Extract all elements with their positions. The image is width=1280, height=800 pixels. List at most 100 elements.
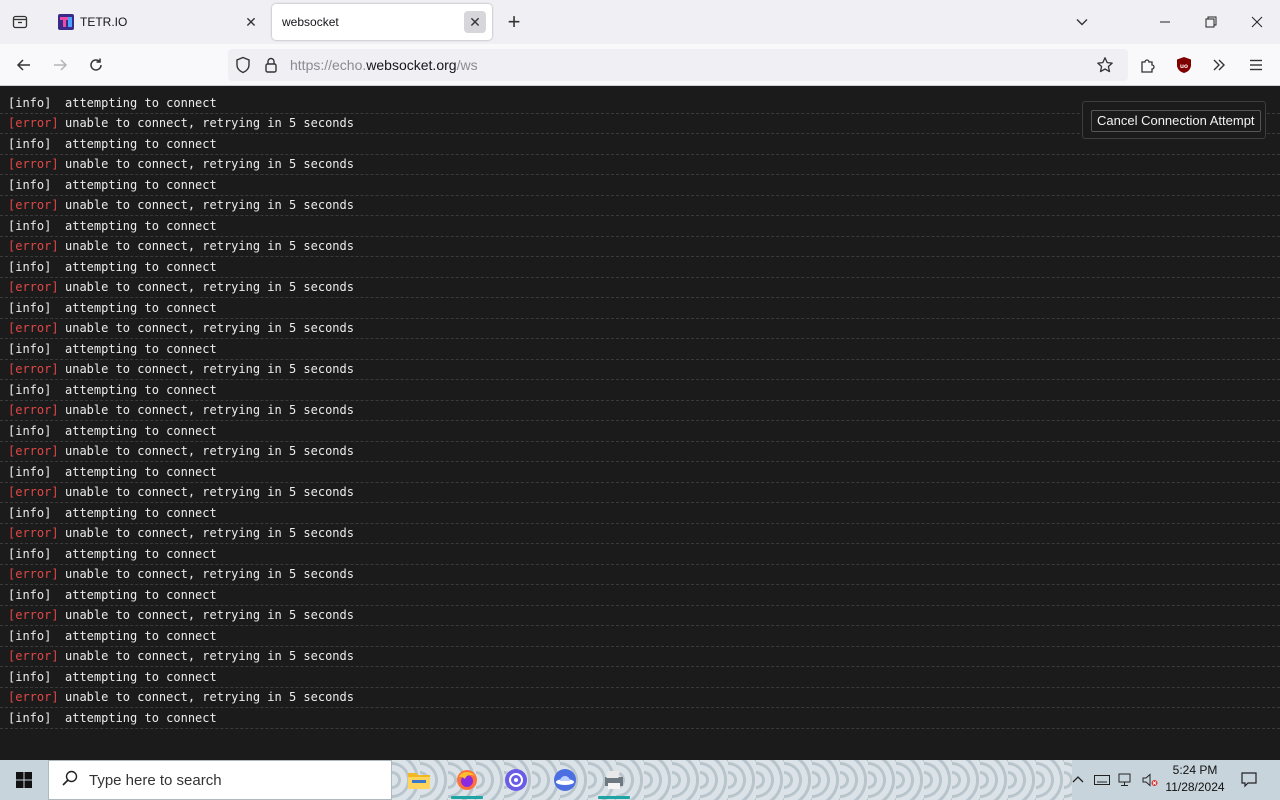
close-window-icon[interactable] — [1234, 6, 1280, 38]
log-row: [error] unable to connect, retrying in 5 … — [0, 196, 1280, 216]
log-message: attempting to connect — [65, 300, 217, 315]
log-message: unable to connect, retrying in 5 seconds — [65, 239, 354, 254]
log-row: [info] attempting to connect — [0, 257, 1280, 278]
tetrio-icon — [58, 14, 74, 30]
log-level-info: [info] — [8, 218, 52, 233]
log-level-error: [error] — [8, 239, 59, 254]
taskbar-search-input[interactable]: Type here to search — [48, 760, 392, 800]
log-message: unable to connect, retrying in 5 seconds — [65, 157, 354, 172]
log-level-info: [info] — [8, 710, 52, 725]
log-row: [error] unable to connect, retrying in 5 … — [0, 647, 1280, 667]
forward-arrow-icon[interactable] — [45, 50, 75, 80]
log-row: [error] unable to connect, retrying in 5 … — [0, 319, 1280, 339]
log-row: [info] attempting to connect — [0, 175, 1280, 196]
search-icon — [61, 769, 79, 792]
log-message: unable to connect, retrying in 5 seconds — [65, 198, 354, 213]
chevron-down-icon[interactable] — [1068, 8, 1096, 36]
log-row: [info] attempting to connect — [0, 626, 1280, 647]
log-message: unable to connect, retrying in 5 seconds — [65, 403, 354, 418]
close-tab-icon[interactable]: ✕ — [240, 11, 262, 33]
back-arrow-icon[interactable] — [9, 50, 39, 80]
svg-text:uo: uo — [1180, 63, 1188, 70]
log-level-error: [error] — [8, 280, 59, 295]
network-icon[interactable] — [1116, 760, 1136, 800]
taskbar: Type here to search 5:24 PM 11/28/2024 — [0, 760, 1280, 800]
lock-icon[interactable] — [262, 56, 280, 79]
volume-muted-icon[interactable] — [1140, 760, 1160, 800]
log-row: [error] unable to connect, retrying in 5 … — [0, 155, 1280, 175]
keyboard-icon[interactable] — [1092, 760, 1112, 800]
tab-websocket[interactable]: websocket ✕ — [272, 4, 492, 40]
connection-log: [info] attempting to connect [error] unable… — [0, 93, 1280, 729]
log-level-error: [error] — [8, 690, 59, 705]
log-level-info: [info] — [8, 628, 52, 643]
firefox-view-icon[interactable] — [4, 8, 36, 36]
log-message: attempting to connect — [65, 423, 217, 438]
log-row: [error] unable to connect, retrying in 5 … — [0, 278, 1280, 298]
log-message: attempting to connect — [65, 95, 217, 110]
log-row: [info] attempting to connect — [0, 667, 1280, 688]
hamburger-menu-icon[interactable] — [1241, 50, 1271, 80]
clock-date: 11/28/2024 — [1165, 780, 1225, 794]
close-tab-icon[interactable]: ✕ — [464, 11, 486, 33]
firefox-icon[interactable] — [443, 760, 491, 800]
file-explorer-icon[interactable] — [395, 760, 443, 800]
log-level-error: [error] — [8, 608, 59, 623]
tab-tetrio[interactable]: TETR.IO ✕ — [46, 4, 268, 40]
ublock-origin-icon[interactable]: uo — [1169, 50, 1199, 80]
url-path: /ws — [456, 57, 478, 73]
log-level-info: [info] — [8, 95, 52, 110]
notification-center-icon[interactable] — [1234, 760, 1264, 800]
windows-start-icon[interactable] — [0, 760, 48, 800]
log-level-error: [error] — [8, 526, 59, 541]
show-hidden-icons-chevron-icon[interactable] — [1068, 760, 1088, 800]
log-message: attempting to connect — [65, 710, 217, 725]
log-row: [info] attempting to connect — [0, 462, 1280, 483]
log-message: attempting to connect — [65, 218, 217, 233]
chat-bubble-app-icon[interactable] — [492, 760, 540, 800]
log-row: [info] attempting to connect — [0, 339, 1280, 360]
reload-icon[interactable] — [81, 50, 111, 80]
cancel-connection-button[interactable]: Cancel Connection Attempt — [1091, 110, 1261, 132]
log-message: unable to connect, retrying in 5 seconds — [65, 690, 354, 705]
log-message: attempting to connect — [65, 136, 217, 151]
log-row: [error] unable to connect, retrying in 5 … — [0, 565, 1280, 585]
log-message: attempting to connect — [65, 341, 217, 356]
url-text: https://echo.websocket.org/ws — [290, 57, 478, 73]
log-level-error: [error] — [8, 567, 59, 582]
log-row: [info] attempting to connect — [0, 380, 1280, 401]
search-placeholder: Type here to search — [89, 771, 222, 789]
log-message: unable to connect, retrying in 5 seconds — [65, 485, 354, 500]
log-row: [error] unable to connect, retrying in 5 … — [0, 606, 1280, 626]
log-level-info: [info] — [8, 259, 52, 274]
cancel-panel: Cancel Connection Attempt — [1082, 101, 1266, 139]
taskbar-clock[interactable]: 5:24 PM 11/28/2024 — [1162, 762, 1228, 798]
printer-app-icon[interactable] — [590, 760, 638, 800]
overflow-chevron-icon[interactable] — [1204, 50, 1234, 80]
new-tab-icon[interactable]: + — [500, 8, 528, 36]
log-level-info: [info] — [8, 423, 52, 438]
log-row: [error] unable to connect, retrying in 5 … — [0, 401, 1280, 421]
log-message: unable to connect, retrying in 5 seconds — [65, 444, 354, 459]
log-level-error: [error] — [8, 649, 59, 664]
tracking-protection-shield-icon[interactable] — [234, 56, 252, 79]
log-message: unable to connect, retrying in 5 seconds — [65, 362, 354, 377]
log-row: [info] attempting to connect — [0, 708, 1280, 729]
address-bar[interactable]: https://echo.websocket.org/ws — [228, 49, 1128, 81]
clock-time: 5:24 PM — [1172, 763, 1218, 777]
log-message: attempting to connect — [65, 505, 217, 520]
bookmark-star-icon[interactable] — [1096, 56, 1114, 79]
log-row: [error] unable to connect, retrying in 5 … — [0, 237, 1280, 257]
url-host: websocket.org — [366, 57, 457, 73]
log-message: unable to connect, retrying in 5 seconds — [65, 608, 354, 623]
minimize-icon[interactable] — [1142, 6, 1188, 38]
log-level-error: [error] — [8, 198, 59, 213]
ufo-app-icon[interactable] — [541, 760, 589, 800]
log-message: unable to connect, retrying in 5 seconds — [65, 526, 354, 541]
log-level-info: [info] — [8, 546, 52, 561]
log-message: unable to connect, retrying in 5 seconds — [65, 321, 354, 336]
restore-icon[interactable] — [1188, 6, 1234, 38]
log-row: [info] attempting to connect — [0, 298, 1280, 319]
tab-strip: TETR.IO ✕ websocket ✕ + — [0, 0, 1280, 44]
extensions-puzzle-icon[interactable] — [1133, 50, 1163, 80]
